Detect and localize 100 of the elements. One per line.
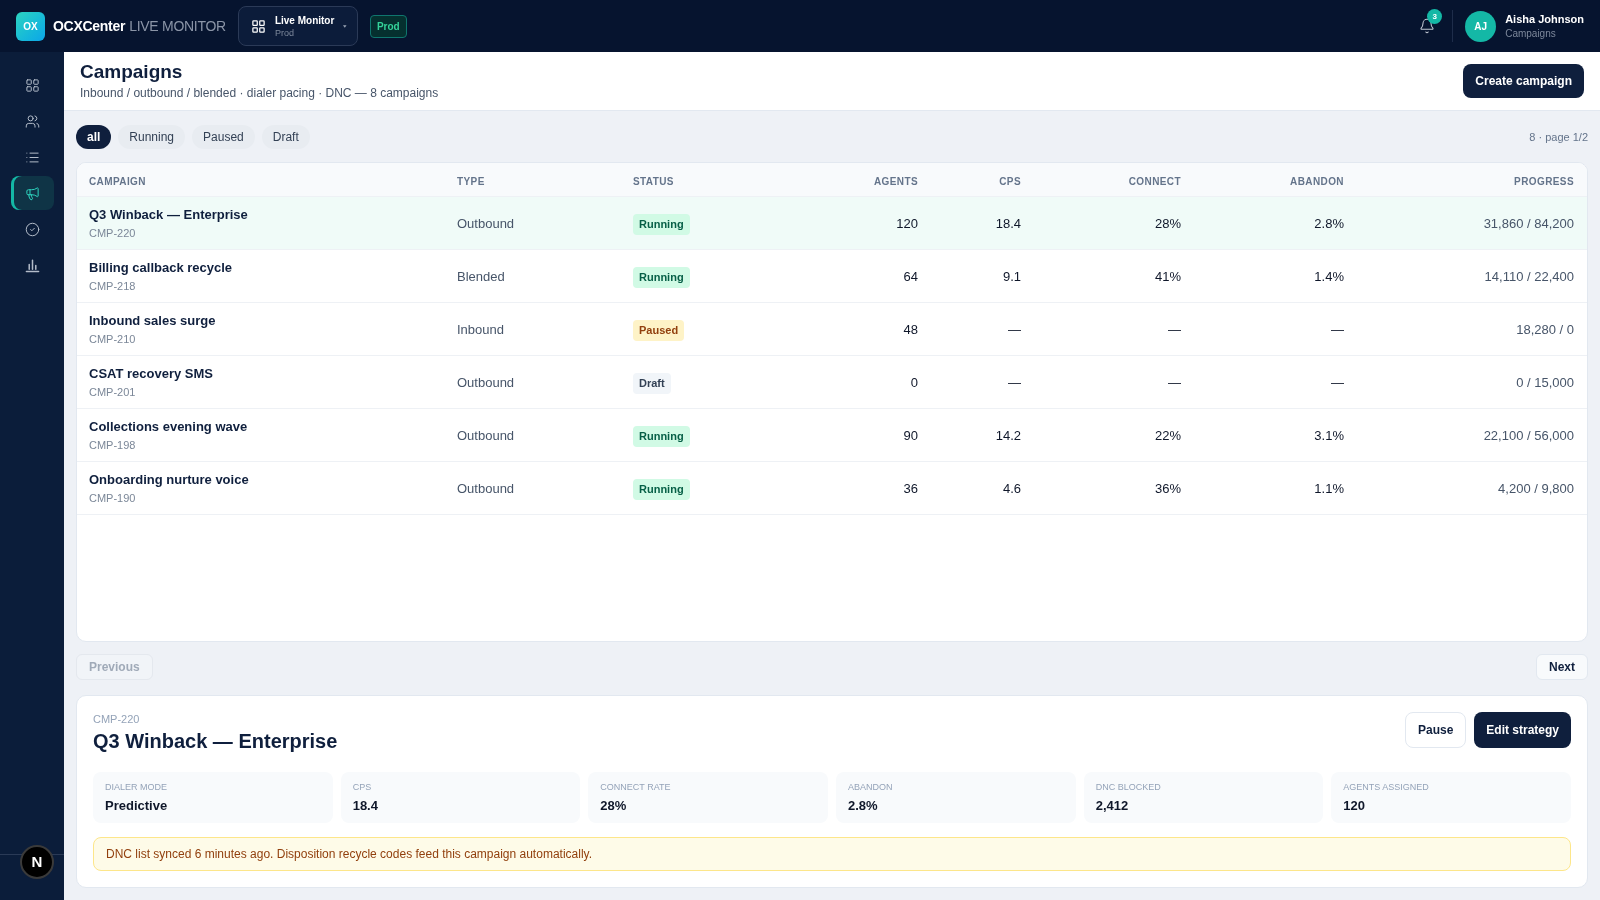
next-button[interactable]: Next [1536,654,1588,680]
page-subtitle: Inbound / outbound / blended · dialer pacing · DNC — 8 campaigns [80,85,439,102]
table-cell: 9.1 [1002,269,1021,284]
filter-tab[interactable]: Paused [192,125,255,149]
stat-value: 28% [600,797,628,815]
table-cell: 36 [903,481,918,496]
table-cell: — [1008,375,1021,390]
workspace-title: Live Monitor [274,13,335,27]
status-badge: Paused [633,320,685,341]
table-cell: Inbound [457,322,504,337]
table-cell: — [1168,375,1181,390]
table-cell: 90 [903,428,918,443]
filter-tab[interactable]: Draft [261,125,310,149]
table-cell: 14,110 / 22,400 [1484,269,1574,284]
action-button[interactable]: Edit strategy [1474,712,1571,748]
table-cell: — [1008,322,1021,337]
table-cell: 1.4% [1314,269,1344,284]
campaign-name: CSAT recovery SMS [89,364,215,383]
user-role: Campaigns [1505,26,1557,41]
stat-label: ABANDON [848,781,894,794]
stat-value: 18.4 [352,797,379,815]
campaign-id: CMP-218 [89,278,137,294]
megaphone-icon [24,185,40,201]
campaign-name: Inbound sales surge [89,311,217,330]
table-cell: 4.6 [1002,481,1021,496]
table-cell: Outbound [457,428,515,443]
dev-tools-button[interactable]: N [20,845,54,879]
campaign-id: CMP-210 [89,331,137,347]
stat-value: Predictive [105,797,169,815]
stat-value: 120 [1343,797,1367,815]
table-cell: 1.1% [1314,481,1344,496]
page-summary: 8 · page 1/2 [1529,129,1588,145]
create-campaign-button[interactable]: Create campaign [1463,64,1584,98]
action-button[interactable]: Pause [1404,712,1467,748]
column-header: CAMPAIGN [89,175,146,187]
stat-label: DIALER MODE [105,781,168,794]
sidebar-item[interactable] [10,176,54,210]
stat-label: DNC BLOCKED [1095,781,1162,794]
status-badge: Running [633,426,690,447]
table-cell: — [1168,322,1181,337]
check-circle-icon [24,221,40,237]
table-cell: — [1331,375,1344,390]
grid-icon [250,18,266,34]
table-cell: Outbound [457,481,515,496]
bar-chart-icon [24,257,40,273]
campaign-id: CMP-201 [89,384,137,400]
status-badge: Running [633,479,690,500]
table-cell: 18.4 [995,216,1021,231]
campaign-name: Onboarding nurture voice [89,470,250,489]
table-cell: 48 [903,322,918,337]
product-name: LIVE MONITOR [129,16,226,36]
table-cell: — [1331,322,1344,337]
table-cell: 22% [1154,428,1181,443]
table-cell: 14.2 [995,428,1021,443]
campaign-name: Collections evening wave [89,417,249,436]
users-icon [24,113,40,129]
detail-title: Q3 Winback — Enterprise [93,729,338,754]
page-title: Campaigns [80,60,184,84]
user-name: Aisha Johnson [1505,11,1584,27]
filter-tab[interactable]: Running [118,125,186,149]
sync-notice: DNC list synced 6 minutes ago. Disposition recycle codes feed this campaign automatically. [93,837,1571,871]
stat-label: AGENTS ASSIGNED [1343,781,1430,794]
table-cell: 4,200 / 9,800 [1498,481,1574,496]
list-icon [24,149,40,165]
environment-tag: Prod [369,14,407,38]
grid-icon [24,77,40,93]
brand-name: OCXCenter [53,16,126,36]
workspace-dropdown[interactable]: Live Monitor Prod [237,6,358,46]
status-badge: Draft [633,373,671,394]
status-badge: Running [633,214,690,235]
table-cell: 0 [910,375,918,390]
table-cell: 36% [1154,481,1181,496]
stat-label: CPS [352,781,373,794]
column-header: CONNECT [1128,175,1181,187]
stat-label: CONNECT RATE [600,781,672,794]
campaign-name: Q3 Winback — Enterprise [89,205,249,224]
table-cell: 28% [1154,216,1181,231]
workspace-subtitle: Prod [274,26,295,39]
bell-icon [1419,18,1436,34]
table-row[interactable]: Q3 Winback — Enterprise CMP-220 Outbound Running 120 18.4 28% 2.8% 31,860 / 84,200 [77,197,1587,250]
column-header: TYPE [457,175,485,187]
column-header: ABANDON [1290,175,1344,187]
caret-icon [343,23,347,29]
stat-value: 2.8% [848,797,879,815]
filter-tab[interactable]: all [76,125,112,149]
stat-value: 2,412 [1095,797,1130,815]
table-cell: 22,100 / 56,000 [1483,428,1574,443]
table-cell: 41% [1154,269,1181,284]
campaign-name: Billing callback recycle [89,258,234,277]
status-badge: Running [633,267,690,288]
campaign-id: CMP-220 [89,225,137,241]
column-header: PROGRESS [1514,175,1574,187]
detail-id: CMP-220 [93,712,141,727]
table-cell: 120 [896,216,918,231]
table-cell: Outbound [457,375,515,390]
column-header: AGENTS [873,175,918,187]
table-cell: Blended [457,269,505,284]
table-cell: 2.8% [1314,216,1344,231]
table-cell: Outbound [457,216,515,231]
table-cell: 0 / 15,000 [1516,375,1574,390]
